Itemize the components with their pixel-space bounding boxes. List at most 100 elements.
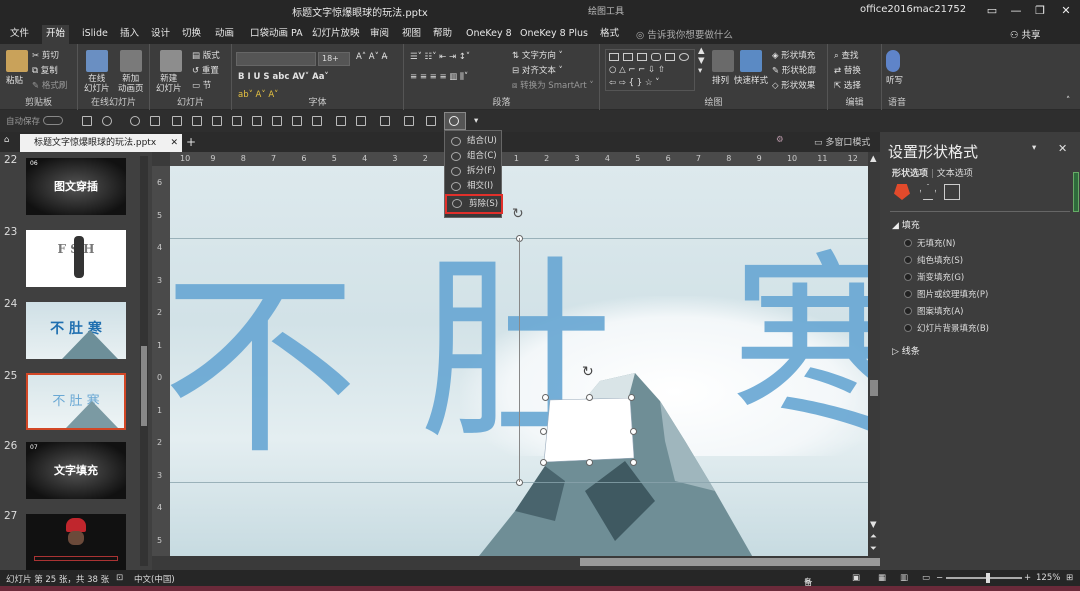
radio-button[interactable]: [904, 290, 912, 298]
text-direction-button[interactable]: ⇅ 文字方向 ˅: [512, 49, 563, 61]
selection-handle[interactable]: [540, 459, 547, 466]
cut-button[interactable]: ✂ 剪切: [32, 49, 59, 61]
rect3-shape-icon[interactable]: [665, 53, 675, 61]
fill-option-solid[interactable]: 纯色填充(S): [904, 254, 963, 266]
tab-review[interactable]: 审阅: [366, 25, 393, 44]
paste-icon[interactable]: [6, 50, 28, 72]
selection-handle[interactable]: [540, 428, 547, 435]
qat-tool-5-icon[interactable]: [252, 116, 262, 126]
rotate-handle-icon[interactable]: ↻: [512, 206, 524, 222]
rotate-handle-icon[interactable]: ↻: [582, 364, 594, 380]
home-tab-icon[interactable]: ⌂: [4, 135, 9, 145]
send-backward-icon[interactable]: [404, 116, 414, 126]
close-tab-icon[interactable]: ✕: [170, 134, 178, 152]
menu-item-fragment[interactable]: 拆分(F): [449, 164, 499, 179]
online-slide-button[interactable]: 在线 幻灯片: [84, 74, 110, 94]
tab-pocket-animation[interactable]: 口袋动画 PA: [246, 25, 307, 44]
smartart-button[interactable]: ⧈ 转换为 SmartArt ˅: [512, 79, 594, 91]
selection-handle[interactable]: [630, 428, 637, 435]
new-tab-icon[interactable]: +: [186, 135, 196, 149]
thumbnail-scroll-thumb[interactable]: [141, 346, 147, 426]
bring-forward-icon[interactable]: [380, 116, 390, 126]
new-slide-icon[interactable]: [160, 50, 182, 72]
selection-handle[interactable]: [628, 394, 635, 401]
rounded-rect-shape-icon[interactable]: [651, 53, 661, 61]
minimize-icon[interactable]: —: [1004, 2, 1028, 20]
tell-me-search[interactable]: ◎ 告诉我你想要做什么: [636, 27, 733, 41]
redo-icon[interactable]: [130, 116, 140, 126]
thumbnail-scrollbar[interactable]: [140, 156, 148, 566]
shapes-row3-icons[interactable]: ⇦ ⇨ { } ☆ ˅: [609, 78, 659, 88]
menu-item-union[interactable]: 组合(C): [449, 149, 499, 164]
slide-sorter-icon[interactable]: ▦: [878, 573, 886, 583]
selected-white-shape[interactable]: [542, 398, 634, 462]
new-slide-button[interactable]: 新建 幻灯片: [156, 74, 182, 94]
canvas-vertical-scrollbar[interactable]: ▲ ▼ ⏶ ⏷: [868, 152, 880, 556]
zoom-slider[interactable]: [946, 577, 1022, 579]
selection-handle[interactable]: [630, 459, 637, 466]
menu-item-subtract[interactable]: 剪除(S): [445, 194, 503, 214]
tab-text-options[interactable]: 文本选项: [937, 169, 973, 179]
merge-shapes-button[interactable]: [444, 112, 466, 130]
pane-scroll-marker[interactable]: [1073, 172, 1079, 212]
fit-slide-icon[interactable]: ⊞: [1066, 573, 1073, 583]
normal-view-icon[interactable]: ▣: [852, 573, 860, 583]
tab-animations[interactable]: 动画: [211, 25, 238, 44]
radio-button[interactable]: [904, 324, 912, 332]
canvas-horizontal-scrollbar[interactable]: [170, 556, 880, 568]
settings-icon[interactable]: ⚙: [776, 135, 784, 145]
tab-home[interactable]: 开始: [42, 25, 70, 44]
align-icons[interactable]: ≡ ≡ ≡ ≡ ▥ ⫼˅: [410, 72, 468, 82]
title-char-1[interactable]: 不: [170, 270, 358, 466]
qat-tool-4-icon[interactable]: [232, 116, 242, 126]
save-icon[interactable]: [82, 116, 92, 126]
qat-tool-8-icon[interactable]: [312, 116, 322, 126]
tab-transitions[interactable]: 切换: [178, 25, 205, 44]
tab-insert[interactable]: 插入: [116, 25, 143, 44]
shape-fill-button[interactable]: ◈ 形状填充: [772, 49, 815, 61]
slide-thumbnail-22[interactable]: 06 图文穿插: [26, 158, 126, 215]
tab-file[interactable]: 文件: [6, 25, 33, 44]
layout-button[interactable]: ▤ 版式: [192, 49, 220, 61]
slide-canvas[interactable]: 不 肚 寒 ↻ ↻: [170, 166, 868, 556]
tab-slideshow[interactable]: 幻灯片放映: [308, 25, 364, 44]
find-button[interactable]: ⌕ 查找: [834, 49, 858, 61]
radio-button[interactable]: [904, 273, 912, 281]
share-button[interactable]: ⚇ 共享: [1010, 27, 1041, 41]
oval-shape-icon[interactable]: [679, 53, 689, 61]
shape-outline-button[interactable]: ✎ 形状轮廓: [772, 64, 816, 76]
fill-section-header[interactable]: ◢ 填充: [892, 218, 920, 231]
ribbon-display-icon[interactable]: ▭: [980, 2, 1004, 20]
size-properties-icon[interactable]: [944, 184, 960, 200]
fill-option-pattern[interactable]: 图案填充(A): [904, 305, 963, 317]
copy-button[interactable]: ⧉ 复制: [32, 64, 58, 76]
shapes-gallery[interactable]: ○ △ ⌐ ⌐ ⇩ ⇧ ⇦ ⇨ { } ☆ ˅: [605, 49, 695, 91]
pane-close-icon[interactable]: ✕: [1058, 142, 1067, 155]
selection-handle[interactable]: [542, 394, 549, 401]
fill-line-icon[interactable]: [894, 184, 910, 200]
zoom-in-icon[interactable]: +: [1024, 573, 1031, 583]
qat-tool-1-icon[interactable]: [172, 116, 182, 126]
pane-options-icon[interactable]: ▾: [1032, 143, 1036, 153]
tab-onekey8-plus[interactable]: OneKey 8 Plus: [516, 25, 592, 44]
new-animation-page-button[interactable]: 新加 动画页: [118, 74, 144, 94]
section-button[interactable]: ▭ 节: [192, 79, 211, 91]
document-tab[interactable]: 标题文字惊爆眼球的玩法.pptx ✕: [20, 134, 182, 152]
user-account[interactable]: office2016mac21752: [860, 4, 966, 15]
next-slide-icon[interactable]: ⏷: [870, 544, 877, 554]
dictate-button[interactable]: 听写: [886, 74, 903, 86]
line-section-header[interactable]: ▷ 线条: [892, 344, 920, 357]
collapse-ribbon-icon[interactable]: ˄: [1066, 96, 1070, 106]
fill-option-picture[interactable]: 图片或纹理填充(P): [904, 288, 988, 300]
radio-button[interactable]: [904, 307, 912, 315]
accessibility-icon[interactable]: ⊡: [116, 573, 123, 583]
slide-thumbnail-27[interactable]: [26, 514, 126, 570]
fill-option-slide-bg[interactable]: 幻灯片背景填充(B): [904, 322, 989, 334]
prev-slide-icon[interactable]: ⏶: [870, 532, 877, 542]
maximize-icon[interactable]: ❐: [1028, 2, 1052, 20]
shape-gallery-scroll-icon[interactable]: ▲ ▼ ▾: [698, 46, 705, 76]
zoom-slider-thumb[interactable]: [986, 573, 990, 583]
shapes-row2-icons[interactable]: ○ △ ⌐ ⌐ ⇩ ⇧: [609, 65, 665, 75]
shape-effects-button[interactable]: ◇ 形状效果: [772, 79, 815, 91]
scroll-up-icon[interactable]: ▲: [870, 154, 877, 164]
